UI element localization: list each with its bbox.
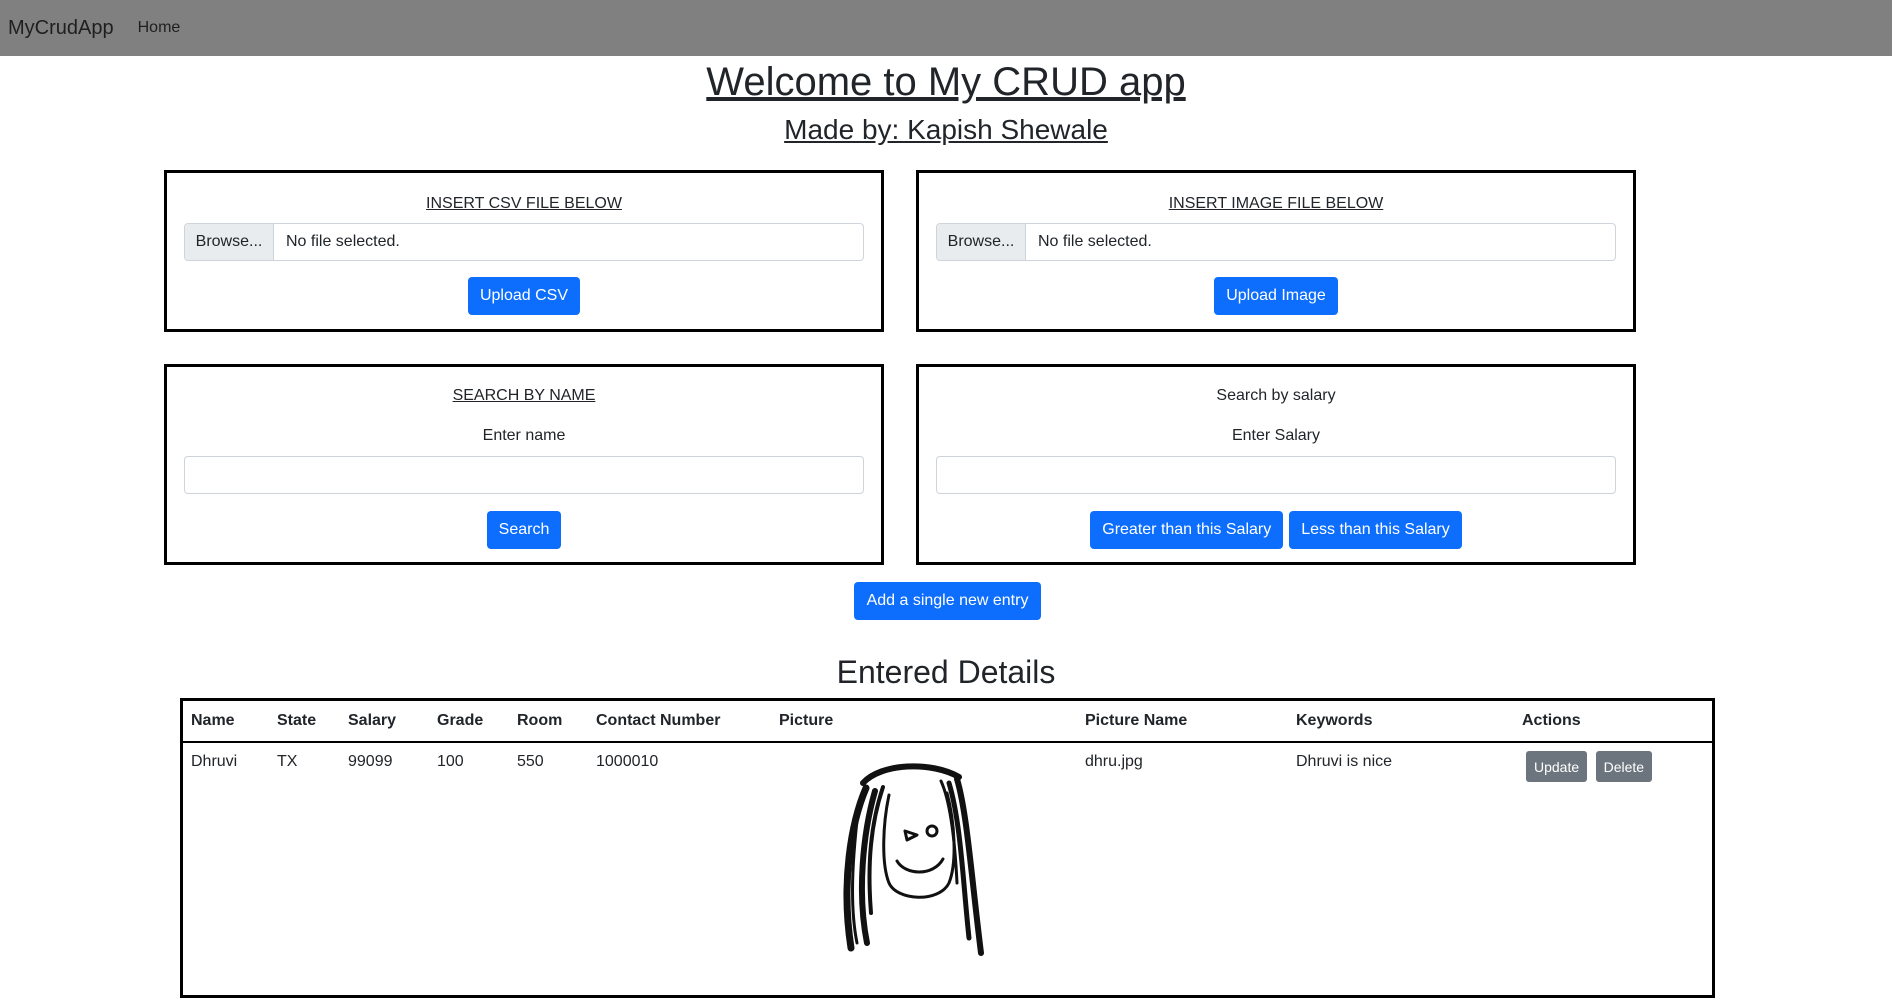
salary-search-panel: Search by salary Enter Salary Greater th…	[916, 364, 1636, 565]
add-entry-button[interactable]: Add a single new entry	[854, 582, 1041, 620]
cell-picture-name: dhru.jpg	[1085, 753, 1143, 770]
salary-input-label: Enter Salary	[1231, 427, 1321, 444]
upload-image-button[interactable]: Upload Image	[1214, 277, 1338, 315]
image-browse-button[interactable]: Browse...	[937, 224, 1026, 260]
header-salary: Salary	[340, 701, 429, 743]
page-title: Welcome to My CRUD app	[706, 60, 1186, 104]
cell-actions: Update Delete	[1514, 742, 1712, 968]
header-name: Name	[183, 701, 269, 743]
cell-picture	[771, 742, 1077, 968]
nav-home-link[interactable]: Home	[138, 19, 181, 37]
details-table: Name State Salary Grade Room Contact Num…	[183, 701, 1712, 968]
portrait-drawing	[843, 763, 984, 956]
header-grade: Grade	[429, 701, 509, 743]
image-upload-panel: INSERT IMAGE FILE BELOW Browse... No fil…	[916, 170, 1636, 332]
name-search-panel: SEARCH BY NAME Enter name Search	[164, 364, 884, 565]
search-button[interactable]: Search	[486, 511, 562, 549]
delete-button[interactable]: Delete	[1595, 751, 1653, 782]
csv-file-input[interactable]: Browse... No file selected.	[184, 223, 864, 261]
table-header-row: Name State Salary Grade Room Contact Num…	[183, 701, 1712, 743]
csv-panel-title: INSERT CSV FILE BELOW	[426, 195, 622, 212]
cell-salary: 99099	[348, 753, 393, 770]
cell-grade: 100	[437, 753, 464, 770]
image-file-status: No file selected.	[1038, 233, 1152, 250]
header-state: State	[269, 701, 340, 743]
header-picture-name: Picture Name	[1077, 701, 1288, 743]
cell-state: TX	[277, 753, 298, 770]
csv-upload-panel: INSERT CSV FILE BELOW Browse... No file …	[164, 170, 884, 332]
header-actions: Actions	[1514, 701, 1712, 743]
header-picture: Picture	[771, 701, 1077, 743]
entered-details-title: Entered Details	[836, 654, 1056, 690]
header-contact: Contact Number	[588, 701, 771, 743]
salary-search-title: Search by salary	[1216, 387, 1336, 404]
brand-link[interactable]: MyCrudApp	[8, 17, 114, 40]
greater-than-salary-button[interactable]: Greater than this Salary	[1090, 511, 1284, 549]
csv-file-status: No file selected.	[286, 233, 400, 250]
name-input-label: Enter name	[482, 427, 566, 444]
top-navbar: MyCrudApp Home	[0, 0, 1892, 56]
name-search-input[interactable]	[184, 456, 864, 494]
name-search-title: SEARCH BY NAME	[452, 387, 596, 404]
header-room: Room	[509, 701, 588, 743]
csv-browse-button[interactable]: Browse...	[185, 224, 274, 260]
cell-name: Dhruvi	[191, 753, 238, 770]
upload-csv-button[interactable]: Upload CSV	[467, 277, 581, 315]
less-than-salary-button[interactable]: Less than this Salary	[1289, 511, 1462, 549]
header-keywords: Keywords	[1288, 701, 1514, 743]
page-subtitle: Made by: Kapish Shewale	[784, 114, 1108, 145]
update-button[interactable]: Update	[1526, 751, 1588, 782]
image-file-input[interactable]: Browse... No file selected.	[936, 223, 1616, 261]
salary-search-input[interactable]	[936, 456, 1616, 494]
table-row: Dhruvi TX 99099 100 550 1000010 dhru.jpg…	[183, 742, 1712, 968]
cell-keywords: Dhruvi is nice	[1296, 753, 1393, 770]
cell-contact: 1000010	[596, 753, 659, 770]
cell-room: 550	[517, 753, 544, 770]
details-table-container: Name State Salary Grade Room Contact Num…	[180, 698, 1715, 998]
image-panel-title: INSERT IMAGE FILE BELOW	[1168, 195, 1384, 212]
